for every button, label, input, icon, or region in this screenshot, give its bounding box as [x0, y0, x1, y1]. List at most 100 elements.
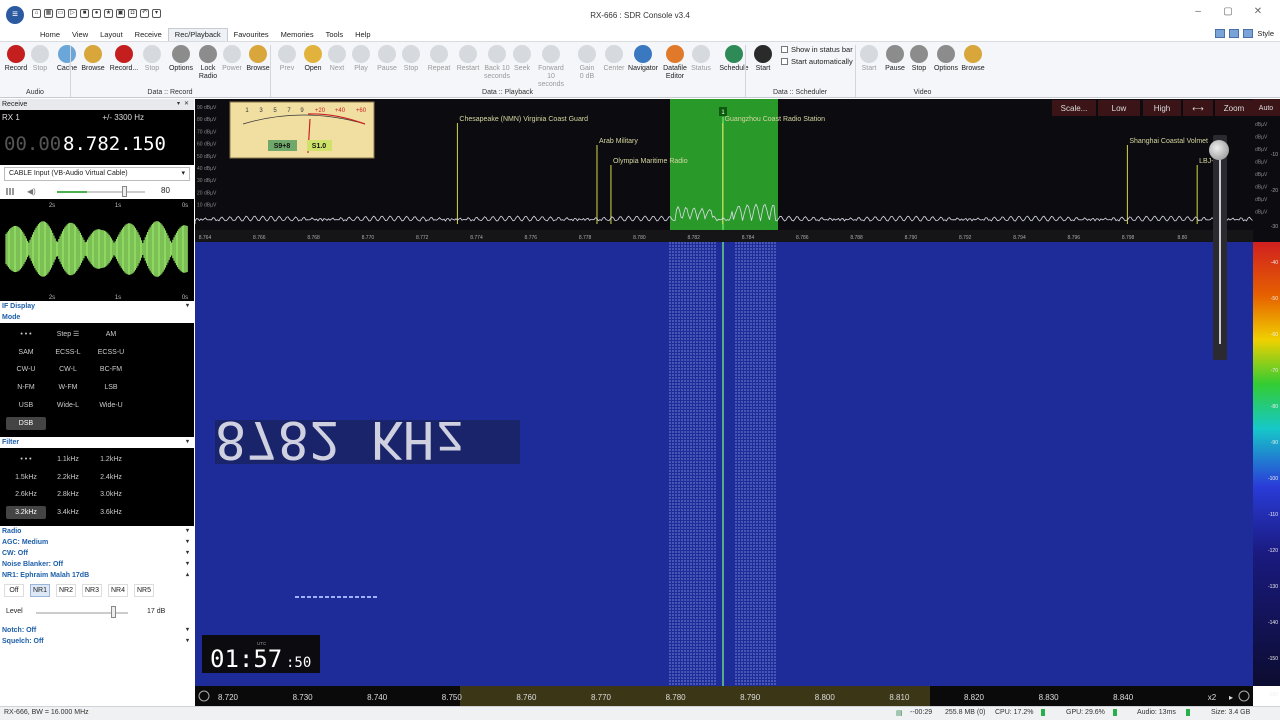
- close-icon[interactable]: ✕: [1251, 6, 1265, 17]
- pause-button[interactable]: Pause: [883, 44, 907, 73]
- filter-1-1khz-button[interactable]: 1.1kHz: [48, 453, 88, 466]
- pin-icon[interactable]: ▾: [177, 99, 180, 110]
- filter-2-2khz-button[interactable]: 2.2kHz: [48, 471, 88, 484]
- pause-button[interactable]: Pause: [376, 44, 398, 73]
- zoom-next-icon[interactable]: ▸: [1229, 693, 1233, 702]
- seek-button[interactable]: Seek: [512, 44, 532, 73]
- checkbox-box[interactable]: [781, 46, 788, 53]
- mode-wide-l-button[interactable]: Wide-L: [48, 399, 88, 412]
- nr1-row[interactable]: NR1: Ephraim Malah 17dB ▴: [0, 570, 194, 581]
- filter-item-button[interactable]: • • •: [6, 453, 46, 466]
- station-label[interactable]: Olympia Maritime Radio: [613, 158, 688, 165]
- back-10-seconds-button[interactable]: Back 10 seconds: [483, 44, 511, 81]
- window-icon[interactable]: [1229, 29, 1240, 38]
- close-panel-icon[interactable]: ✕: [184, 99, 189, 110]
- forward-10-seconds-button[interactable]: Forward 10 seconds: [535, 44, 567, 89]
- station-label[interactable]: Guangzhou Coast Radio Station: [725, 116, 826, 123]
- mode-dsb-button[interactable]: DSB: [6, 416, 46, 430]
- record-button[interactable]: Record: [4, 44, 28, 73]
- mode-sam-button[interactable]: SAM: [6, 346, 46, 359]
- layout-icon[interactable]: [1215, 29, 1226, 38]
- browse-button[interactable]: Browse: [960, 44, 986, 73]
- station-label[interactable]: Arab Military: [599, 138, 638, 145]
- nr-nr1-button[interactable]: NR1: [30, 584, 50, 597]
- open-button[interactable]: Open: [301, 44, 325, 73]
- mode-ecss-l-button[interactable]: ECSS-L: [48, 346, 88, 359]
- stop-button[interactable]: Stop: [141, 44, 163, 73]
- station-label[interactable]: Chesapeake (NMN) Virginia Coast Guard: [459, 116, 588, 123]
- volume-slider-thumb[interactable]: [122, 186, 127, 197]
- filter-header[interactable]: Filter ▾: [0, 437, 194, 448]
- tab-view[interactable]: View: [66, 28, 94, 41]
- waterfall-panel[interactable]: 8782 KHz UTC 01:57:50: [195, 242, 1253, 686]
- filter-1-2khz-button[interactable]: 1.2kHz: [91, 453, 131, 466]
- mode-header[interactable]: Mode: [0, 312, 194, 323]
- frequency-value[interactable]: 8.782.150: [63, 133, 166, 155]
- audio-input-select[interactable]: CABLE Input (VB-Audio Virtual Cable) ▾: [4, 167, 190, 181]
- mode-item-button[interactable]: • • •: [6, 328, 46, 341]
- options-button[interactable]: Options: [932, 44, 960, 73]
- nr-off-button[interactable]: Off: [4, 584, 24, 597]
- mode-lsb-button[interactable]: LSB: [91, 381, 131, 394]
- filter-2-4khz-button[interactable]: 2.4kHz: [91, 471, 131, 484]
- tab-home[interactable]: Home: [34, 28, 66, 41]
- mode-ecss-u-button[interactable]: ECSS-U: [91, 346, 131, 359]
- mode-usb-button[interactable]: USB: [6, 399, 46, 412]
- filter-3-2khz-button[interactable]: 3.2kHz: [6, 506, 46, 520]
- mode-cw-l-button[interactable]: CW-L: [48, 363, 88, 376]
- filter-3-6khz-button[interactable]: 3.6kHz: [91, 506, 131, 519]
- browse-button[interactable]: Browse: [245, 44, 271, 73]
- mode-cw-u-button[interactable]: CW-U: [6, 363, 46, 376]
- gain-0-db-button[interactable]: Gain 0 dB: [577, 44, 597, 81]
- filter-2-6khz-button[interactable]: 2.6kHz: [6, 488, 46, 501]
- notch-row[interactable]: Notch: Off ▾: [0, 625, 194, 636]
- datafile-editor-button[interactable]: Datafile Editor: [662, 44, 688, 81]
- options-button[interactable]: Options: [166, 44, 196, 73]
- noise-blanker-row[interactable]: Noise Blanker: Off ▾: [0, 559, 194, 570]
- stop-button[interactable]: Stop: [908, 44, 930, 73]
- tab-tools[interactable]: Tools: [320, 28, 350, 41]
- tab-layout[interactable]: Layout: [94, 28, 129, 41]
- if-display-header[interactable]: IF Display ▾: [0, 301, 194, 312]
- cw-row[interactable]: CW: Off ▾: [0, 548, 194, 559]
- frequency-leading-digits[interactable]: 00.00: [4, 133, 61, 155]
- restart-button[interactable]: Restart: [455, 44, 481, 73]
- nr-nr2-button[interactable]: NR2: [56, 584, 76, 597]
- nr-nr4-button[interactable]: NR4: [108, 584, 128, 597]
- station-label[interactable]: Shanghai Coastal Volmet: [1129, 138, 1208, 145]
- nr-nr5-button[interactable]: NR5: [134, 584, 154, 597]
- filter-1-5khz-button[interactable]: 1.5kHz: [6, 471, 46, 484]
- play-button[interactable]: Play: [351, 44, 371, 73]
- filter-2-8khz-button[interactable]: 2.8kHz: [48, 488, 88, 501]
- browse-button[interactable]: Browse: [80, 44, 106, 73]
- level-slider-thumb[interactable]: [111, 606, 117, 618]
- style-menu[interactable]: Style: [1257, 29, 1274, 38]
- scroll-left-icon[interactable]: [198, 690, 210, 702]
- filter-3-0khz-button[interactable]: 3.0kHz: [91, 488, 131, 501]
- lock-radio-button[interactable]: Lock Radio: [197, 44, 219, 81]
- tab-rec-playback[interactable]: Rec/Playback: [167, 28, 228, 41]
- show-in-status-bar-checkbox[interactable]: Show in status bar: [781, 45, 853, 54]
- waterfall-zoom-level[interactable]: x2: [1208, 693, 1217, 702]
- mode-n-fm-button[interactable]: N-FM: [6, 381, 46, 394]
- next-button[interactable]: Next: [326, 44, 348, 73]
- radio-header[interactable]: Radio ▾: [0, 526, 194, 537]
- mode-bc-fm-button[interactable]: BC-FM: [91, 363, 131, 376]
- mode-am-button[interactable]: AM: [91, 328, 131, 341]
- navigator-button[interactable]: Navigator: [626, 44, 660, 73]
- tab-help[interactable]: Help: [349, 28, 376, 41]
- filter-3-4khz-button[interactable]: 3.4kHz: [48, 506, 88, 519]
- checkbox-box[interactable]: [781, 58, 788, 65]
- auto-button[interactable]: Auto: [1259, 105, 1274, 112]
- cache-button[interactable]: Cache: [55, 44, 79, 73]
- center-button[interactable]: Center: [602, 44, 626, 73]
- record-button[interactable]: Record...: [109, 44, 139, 73]
- power-button[interactable]: Power: [220, 44, 244, 73]
- start-automatically-checkbox[interactable]: Start automatically: [781, 57, 853, 66]
- zoom-slider-knob[interactable]: [1209, 140, 1229, 160]
- agc-row[interactable]: AGC: Medium ▾: [0, 537, 194, 548]
- speaker-icon[interactable]: ◀): [27, 187, 36, 196]
- maximize-icon[interactable]: ▢: [1221, 6, 1235, 17]
- start-button[interactable]: Start: [752, 44, 774, 73]
- scroll-right-icon[interactable]: [1238, 690, 1250, 702]
